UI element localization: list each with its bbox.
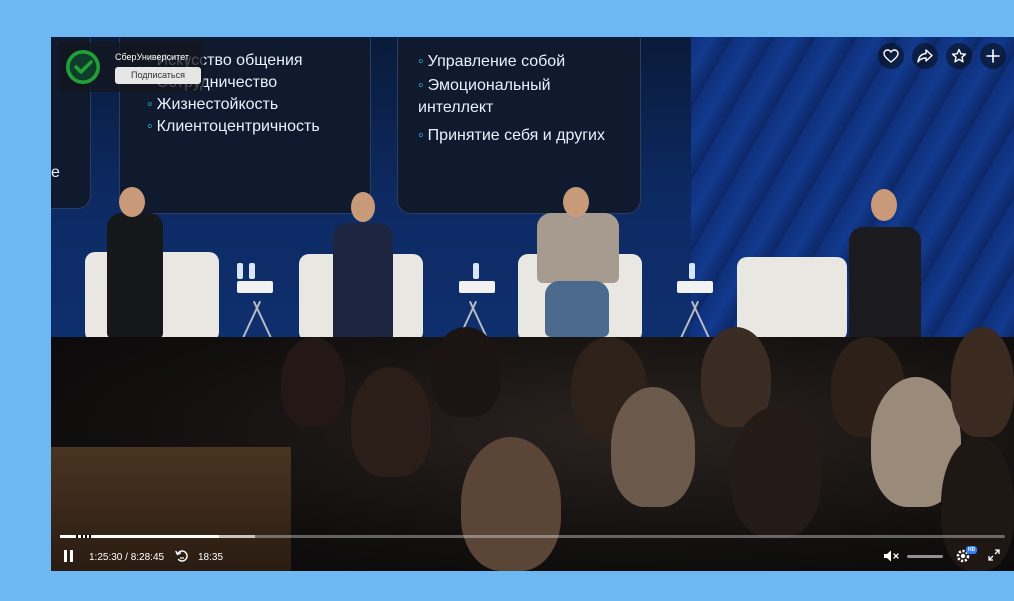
audience-member xyxy=(281,337,345,427)
fullscreen-button[interactable] xyxy=(988,549,1000,564)
share-icon xyxy=(917,49,933,63)
armchair xyxy=(737,257,847,341)
speaker xyxy=(537,213,619,283)
quality-badge: HD xyxy=(966,546,978,554)
fullscreen-icon xyxy=(988,549,1000,561)
slide-item: ◦ Эмоциональный интеллект xyxy=(418,77,551,116)
replay-button[interactable] xyxy=(175,548,189,567)
channel-logo[interactable] xyxy=(66,50,100,84)
top-actions xyxy=(878,43,1006,69)
plus-icon xyxy=(986,49,1000,63)
slide-item: ◦ Управление собой xyxy=(418,53,566,70)
audience-member xyxy=(611,387,695,507)
volume-slider[interactable] xyxy=(907,555,943,558)
like-button[interactable] xyxy=(878,43,904,69)
time-display: 1:25:30 / 8:28:45 xyxy=(89,552,164,563)
nameplate xyxy=(459,281,495,293)
controls-bar: 1:25:30 / 8:28:45 18:35 HD xyxy=(51,543,1014,571)
audience-member xyxy=(351,367,431,477)
pause-icon xyxy=(64,550,67,562)
water-bottle xyxy=(473,263,479,279)
water-bottle xyxy=(249,263,255,279)
favorite-button[interactable] xyxy=(946,43,972,69)
audience-member xyxy=(431,327,501,417)
slide-item: ◦ Клиентоцентричность xyxy=(147,118,320,135)
pause-button[interactable] xyxy=(63,550,75,564)
chapter-marker xyxy=(85,535,87,538)
mute-button[interactable] xyxy=(883,549,901,566)
water-bottle xyxy=(237,263,243,279)
slide-item: ◦ Жизнестойкость xyxy=(147,96,279,113)
nameplate xyxy=(677,281,713,293)
chapter-marker xyxy=(89,535,91,538)
progress-bar[interactable] xyxy=(60,535,1005,538)
slide-right-list: ◦ Управление собой ◦ Эмоциональный интелле… xyxy=(418,51,618,147)
subscribe-button[interactable]: Подписаться xyxy=(115,67,201,84)
speaker-head xyxy=(871,189,897,221)
slide-item: ◦ Принятие себя и других xyxy=(418,127,605,144)
chapter-marker xyxy=(81,535,83,538)
speaker-head xyxy=(351,192,375,222)
audience-member xyxy=(951,327,1014,437)
star-icon xyxy=(951,48,967,63)
add-button[interactable] xyxy=(980,43,1006,69)
current-time: 1:25:30 xyxy=(89,552,123,563)
water-bottle xyxy=(689,263,695,279)
channel-name[interactable]: СберУниверситет xyxy=(115,52,189,62)
speaker-head xyxy=(119,187,145,217)
share-button[interactable] xyxy=(912,43,938,69)
time-separator: / xyxy=(125,552,128,563)
replay-time: 18:35 xyxy=(198,552,224,563)
heart-icon xyxy=(883,49,899,63)
duration: 8:28:45 xyxy=(130,552,165,563)
speaker-head xyxy=(563,187,589,217)
speaker-legs xyxy=(545,281,609,337)
volume-muted-icon xyxy=(884,550,899,562)
nameplate xyxy=(237,281,273,293)
channel-badge: СберУниверситет Подписаться xyxy=(58,42,204,92)
video-player[interactable]: e ◦Искусство общения ◦Сотрудничество ◦Жи… xyxy=(51,37,1014,571)
speaker xyxy=(107,213,163,339)
replay-icon xyxy=(175,550,188,562)
chapter-marker xyxy=(76,535,78,538)
slide-fragment: e xyxy=(51,164,60,181)
audience-member xyxy=(731,407,821,537)
checkmark-icon xyxy=(74,60,93,74)
speaker xyxy=(333,223,393,343)
progress-played xyxy=(60,535,219,538)
